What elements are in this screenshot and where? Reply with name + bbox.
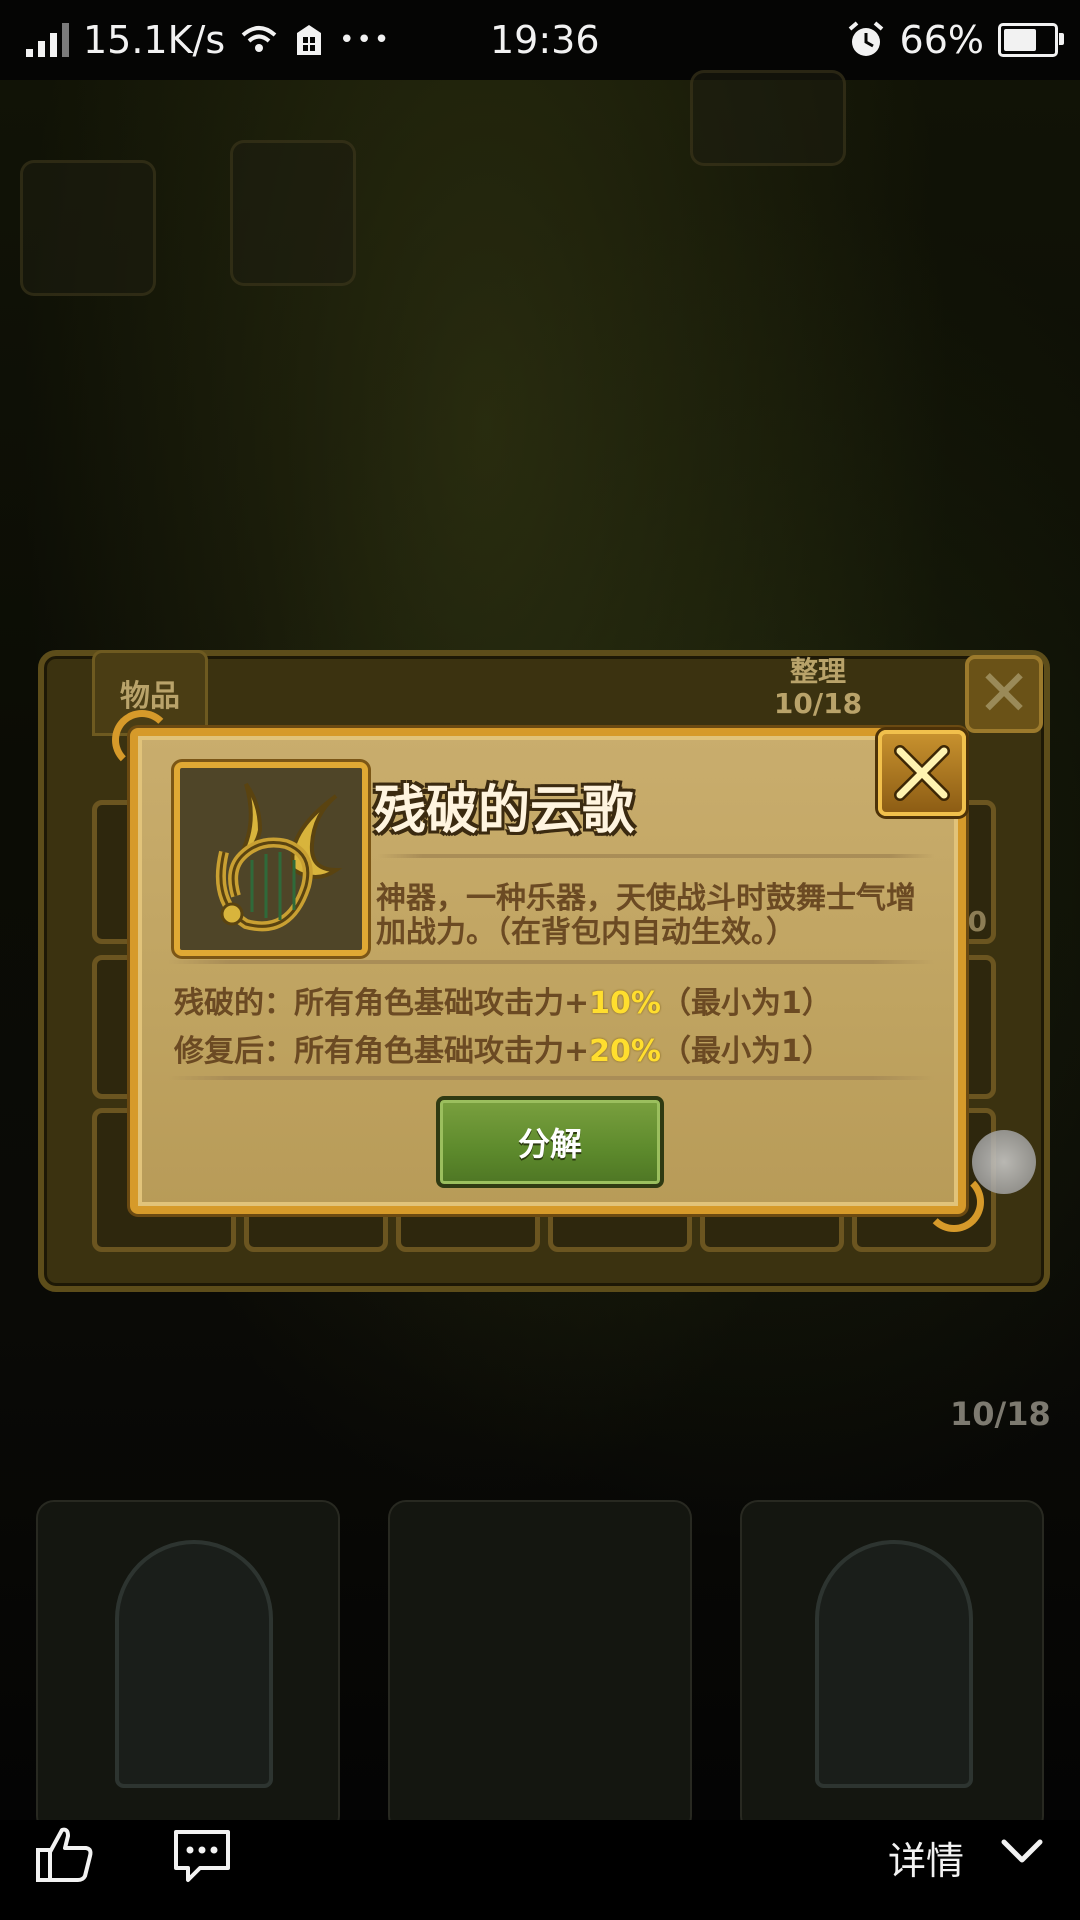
- item-title: 残破的云歌: [374, 781, 635, 841]
- item-detail-popup: 残破的云歌 神器，一种乐器，天使战斗时鼓舞士气增加战力。（在背包内自动生效。） …: [112, 710, 984, 1232]
- inventory-close-icon[interactable]: ✕: [965, 655, 1043, 733]
- signal-icon: [26, 23, 69, 57]
- item-description: 神器，一种乐器，天使战斗时鼓舞士气增加战力。（在背包内自动生效。）: [376, 881, 916, 950]
- more-notifications-icon: •••: [339, 25, 392, 55]
- divider: [168, 960, 934, 964]
- thumbs-up-icon[interactable]: [32, 1822, 96, 1886]
- status-bar: 15.1K/s ••• 19:36 66%: [0, 0, 1080, 80]
- decompose-button[interactable]: 分解: [436, 1096, 664, 1188]
- sort-button[interactable]: 整理 10/18: [758, 656, 878, 724]
- close-icon: [894, 745, 950, 801]
- sort-count: 10/18: [773, 687, 863, 720]
- stat-broken: 残破的：所有角色基础攻击力+10%（最小为1）: [174, 986, 832, 1021]
- divider: [378, 854, 934, 858]
- chevron-down-icon[interactable]: [1000, 1836, 1044, 1866]
- clock: 19:36: [490, 18, 600, 62]
- network-speed: 15.1K/s: [83, 18, 226, 62]
- battery-icon: [998, 23, 1064, 57]
- assistive-touch-button[interactable]: [972, 1130, 1036, 1194]
- divider: [168, 1076, 934, 1080]
- status-right: 66%: [846, 18, 1064, 62]
- status-left: 15.1K/s •••: [26, 18, 391, 62]
- alarm-icon: [848, 21, 883, 56]
- sim-card-icon: [297, 25, 322, 55]
- comment-icon[interactable]: [170, 1826, 234, 1886]
- corner-ornament-icon: [924, 1172, 984, 1232]
- battery-percent: 66%: [899, 18, 984, 62]
- stat-broken-value: 10%: [589, 986, 661, 1021]
- bottom-count: 10/18: [950, 1395, 1051, 1433]
- corner-ornament-icon: [112, 710, 172, 770]
- popup-close-button[interactable]: [878, 730, 966, 816]
- sort-label: 整理: [789, 655, 846, 688]
- harp-item-icon: [215, 782, 343, 932]
- stat-repaired: 修复后：所有角色基础攻击力+20%（最小为1）: [174, 1034, 832, 1069]
- wifi-icon: [241, 26, 277, 52]
- item-icon-frame: [174, 762, 368, 956]
- stat-repaired-value: 20%: [589, 1034, 661, 1069]
- details-link[interactable]: 详情: [888, 1830, 964, 1885]
